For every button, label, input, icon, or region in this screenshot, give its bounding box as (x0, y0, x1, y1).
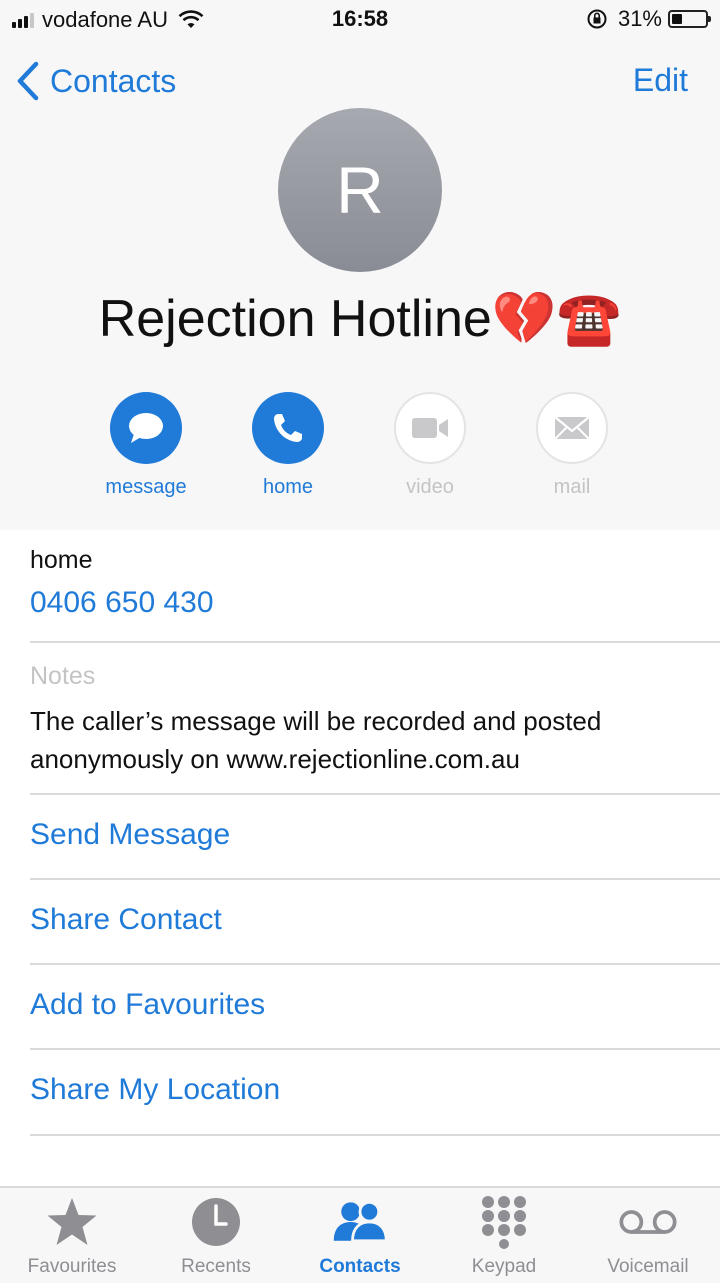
tab-voicemail[interactable]: Voicemail (576, 1194, 720, 1278)
phone-number[interactable]: 0406 650 430 (30, 586, 214, 620)
video-action-button: video (370, 392, 490, 499)
action-buttons: message home video mail (0, 392, 720, 502)
message-bubble-icon (129, 413, 163, 443)
phone-label: home (30, 546, 93, 574)
message-action-label: message (105, 476, 187, 498)
battery-icon (668, 10, 711, 28)
battery-fill (672, 14, 682, 24)
share-my-location-link[interactable]: Share My Location (30, 1073, 280, 1107)
mail-action-button: mail (512, 392, 632, 499)
home-call-action-button[interactable]: home (228, 392, 348, 499)
contact-header: Contacts Edit R Rejection Hotline💔☎️ mes… (0, 40, 720, 530)
tab-favourites[interactable]: Favourites (0, 1194, 144, 1278)
share-contact-link[interactable]: Share Contact (30, 903, 222, 937)
divider (30, 641, 720, 643)
edit-button[interactable]: Edit (633, 62, 688, 99)
tab-voicemail-label: Voicemail (607, 1256, 689, 1277)
tab-contacts[interactable]: Contacts (288, 1194, 432, 1278)
mail-envelope-icon (554, 416, 590, 440)
send-message-link[interactable]: Send Message (30, 818, 230, 852)
message-action-button[interactable]: message (86, 392, 206, 499)
contact-name: Rejection Hotline💔☎️ (98, 290, 622, 348)
voicemail-icon (619, 1210, 677, 1234)
tab-keypad-label: Keypad (471, 1256, 537, 1277)
back-button-label: Contacts (50, 62, 177, 99)
divider (30, 878, 720, 880)
rotation-lock-icon (587, 9, 607, 29)
add-to-favourites-link[interactable]: Add to Favourites (30, 988, 265, 1022)
notes-label: Notes (30, 662, 96, 690)
tab-recents-label: Recents (181, 1256, 251, 1277)
back-button[interactable]: Contacts (14, 60, 176, 102)
mail-action-label: mail (553, 476, 591, 498)
video-action-label: video (406, 476, 454, 498)
contacts-icon (333, 1200, 388, 1243)
tab-keypad[interactable]: Keypad (432, 1194, 576, 1278)
tab-favourites-label: Favourites (27, 1256, 117, 1277)
notes-text: The caller’s message will be recorded an… (30, 706, 602, 774)
avatar-initial: R (336, 153, 384, 227)
divider (30, 1048, 720, 1050)
star-icon (47, 1198, 97, 1245)
tab-bar: Favourites Recents Contacts Keypad Voice… (0, 1186, 720, 1283)
video-camera-icon (412, 418, 448, 438)
divider (30, 793, 720, 795)
divider (30, 1134, 720, 1136)
divider (30, 963, 720, 965)
status-bar: vodafone AU 16:58 31% (0, 0, 720, 40)
clock-icon (192, 1198, 240, 1246)
avatar: R (278, 108, 442, 272)
chevron-left-icon (17, 61, 39, 101)
home-call-action-label: home (262, 476, 314, 498)
keypad-icon (482, 1196, 526, 1249)
battery-percent: 31% (617, 6, 662, 31)
phone-icon (274, 414, 302, 442)
tab-recents[interactable]: Recents (144, 1194, 288, 1278)
tab-contacts-label: Contacts (319, 1256, 401, 1277)
